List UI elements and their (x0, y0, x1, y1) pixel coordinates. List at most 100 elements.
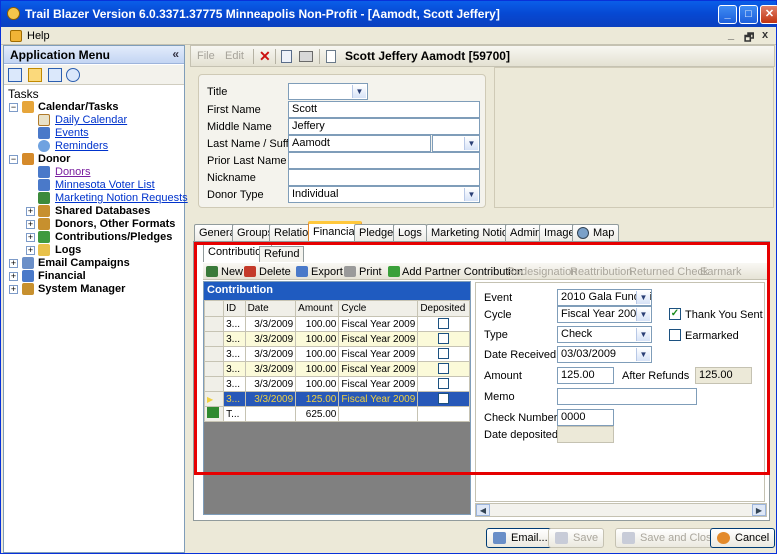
minimize-button[interactable]: _ (718, 5, 737, 24)
tree-item-logs[interactable]: Logs (55, 244, 81, 256)
save-close-button-label: Save and Close (640, 532, 718, 544)
application-menu-title: Application Menu (10, 48, 110, 62)
system-manager-icon (22, 283, 34, 295)
menu-view-toolbar (4, 65, 184, 85)
expand-shared-databases-toggle[interactable]: + (26, 207, 35, 216)
file-menu[interactable]: File (197, 50, 215, 62)
tree-item-daily-calendar[interactable]: Daily Calendar (55, 114, 127, 126)
nickname-label: Nickname (207, 172, 256, 184)
last-name-field[interactable]: Aamodt (288, 135, 431, 152)
email-button-label: Email... (511, 532, 548, 544)
chevron-down-icon: ▼ (352, 85, 366, 98)
donor-type-label: Donor Type (207, 189, 264, 201)
tree-item-calendar-tasks[interactable]: Calendar/Tasks (38, 101, 119, 113)
app-window: Trail Blazer Version 6.0.3371.37775 Minn… (0, 0, 777, 554)
chevron-down-icon: ▼ (464, 137, 478, 150)
menu-bar: Help _ 🗗 x (1, 27, 776, 45)
tree-item-financial[interactable]: Financial (38, 270, 86, 282)
daily-calendar-icon (38, 114, 50, 126)
prior-last-name-field[interactable] (288, 152, 480, 169)
menu-help[interactable]: Help (27, 30, 50, 42)
email-button[interactable]: Email... (486, 528, 554, 548)
horizontal-scrollbar[interactable]: ◀ ▶ (475, 503, 767, 517)
map-icon (577, 227, 589, 239)
mdi-close-button[interactable]: x (762, 29, 768, 41)
list-view-icon[interactable] (8, 68, 22, 82)
expand-contributions-toggle[interactable]: + (26, 233, 35, 242)
chevron-down-icon: ▼ (464, 188, 478, 201)
middle-name-label: Middle Name (207, 121, 272, 133)
prior-last-name-label: Prior Last Name (207, 155, 287, 167)
tree-view-icon[interactable] (28, 68, 42, 82)
expand-financial-toggle[interactable]: + (9, 272, 18, 281)
toolbar-separator (319, 49, 320, 64)
tasks-label: Tasks (8, 87, 39, 101)
first-name-field[interactable]: Scott (288, 101, 480, 118)
collapse-pane-button[interactable]: « (172, 47, 179, 61)
expand-other-formats-toggle[interactable]: + (26, 220, 35, 229)
title-select[interactable]: ▼ (288, 83, 368, 100)
application-menu-header: Application Menu « (4, 46, 184, 64)
middle-name-field[interactable]: Jeffery (288, 118, 480, 135)
highlight-box (194, 242, 770, 475)
suffix-select[interactable]: ▼ (432, 135, 480, 152)
expand-system-manager-toggle[interactable]: + (9, 285, 18, 294)
delete-record-icon[interactable]: ✕ (259, 48, 271, 65)
timer-view-icon[interactable] (66, 68, 80, 82)
donor-icon (22, 153, 34, 165)
tree-item-contributions-pledges[interactable]: Contributions/Pledges (55, 231, 172, 243)
tree-item-donors-other-formats[interactable]: Donors, Other Formats (55, 218, 175, 230)
scroll-right-icon[interactable]: ▶ (752, 504, 766, 516)
reminders-icon (38, 140, 50, 152)
tree-item-minnesota-voter-list[interactable]: Minnesota Voter List (55, 179, 155, 191)
expand-donor-toggle[interactable]: − (9, 155, 18, 164)
financial-icon (22, 270, 34, 282)
save-icon (555, 532, 568, 544)
tree-item-shared-databases[interactable]: Shared Databases (55, 205, 150, 217)
tree-item-events[interactable]: Events (55, 127, 89, 139)
title-bar: Trail Blazer Version 6.0.3371.37775 Minn… (1, 1, 777, 27)
expand-logs-toggle[interactable]: + (26, 246, 35, 255)
donor-type-select[interactable]: Individual ▼ (288, 186, 480, 203)
record-toolbar: File Edit ✕ Scott Jeffery Aamodt [59700] (190, 45, 775, 67)
tree-item-reminders[interactable]: Reminders (55, 140, 108, 152)
print-icon[interactable] (299, 51, 313, 62)
shared-databases-icon (38, 205, 50, 217)
help-icon (10, 30, 22, 42)
nickname-field[interactable] (288, 169, 480, 186)
logs-icon (38, 244, 50, 256)
save-close-icon (622, 532, 635, 544)
window-view-icon[interactable] (48, 68, 62, 82)
tree-item-donor[interactable]: Donor (38, 153, 70, 165)
tab-logs[interactable]: Logs (393, 224, 427, 241)
save-button-label: Save (573, 532, 599, 544)
app-icon (7, 7, 20, 20)
close-button[interactable]: ✕ (760, 5, 777, 24)
toolbar-separator (253, 49, 254, 64)
save-button[interactable]: Save (548, 528, 605, 548)
tree-item-donors[interactable]: Donors (55, 166, 90, 178)
preview-icon[interactable] (281, 50, 292, 63)
edit-menu[interactable]: Edit (225, 50, 244, 62)
scroll-left-icon[interactable]: ◀ (476, 504, 490, 516)
expand-email-campaigns-toggle[interactable]: + (9, 259, 18, 268)
marketing-notion-icon (38, 192, 50, 204)
toolbar-separator (275, 49, 276, 64)
document-icon[interactable] (326, 50, 336, 63)
cancel-button[interactable]: Cancel (710, 528, 776, 548)
tab-map[interactable]: Map (572, 224, 620, 241)
first-name-label: First Name (207, 104, 261, 116)
save-and-close-button[interactable]: Save and Close (615, 528, 724, 548)
donor-record-title: Scott Jeffery Aamodt [59700] (345, 49, 510, 63)
expand-calendar-toggle[interactable]: − (9, 103, 18, 112)
tree-item-marketing-notion-requests[interactable]: Marketing Notion Requests (55, 192, 188, 204)
tree-item-system-manager[interactable]: System Manager (38, 283, 125, 295)
tree-item-email-campaigns[interactable]: Email Campaigns (38, 257, 130, 269)
contributions-icon (38, 231, 50, 243)
title-label: Title (207, 86, 228, 98)
application-menu-pane: Application Menu « Tasks − Calendar/Task… (3, 45, 188, 553)
mdi-minimize-button[interactable]: _ (728, 29, 734, 41)
voter-list-icon (38, 179, 50, 191)
events-icon (38, 127, 50, 139)
maximize-button[interactable]: □ (739, 5, 758, 24)
